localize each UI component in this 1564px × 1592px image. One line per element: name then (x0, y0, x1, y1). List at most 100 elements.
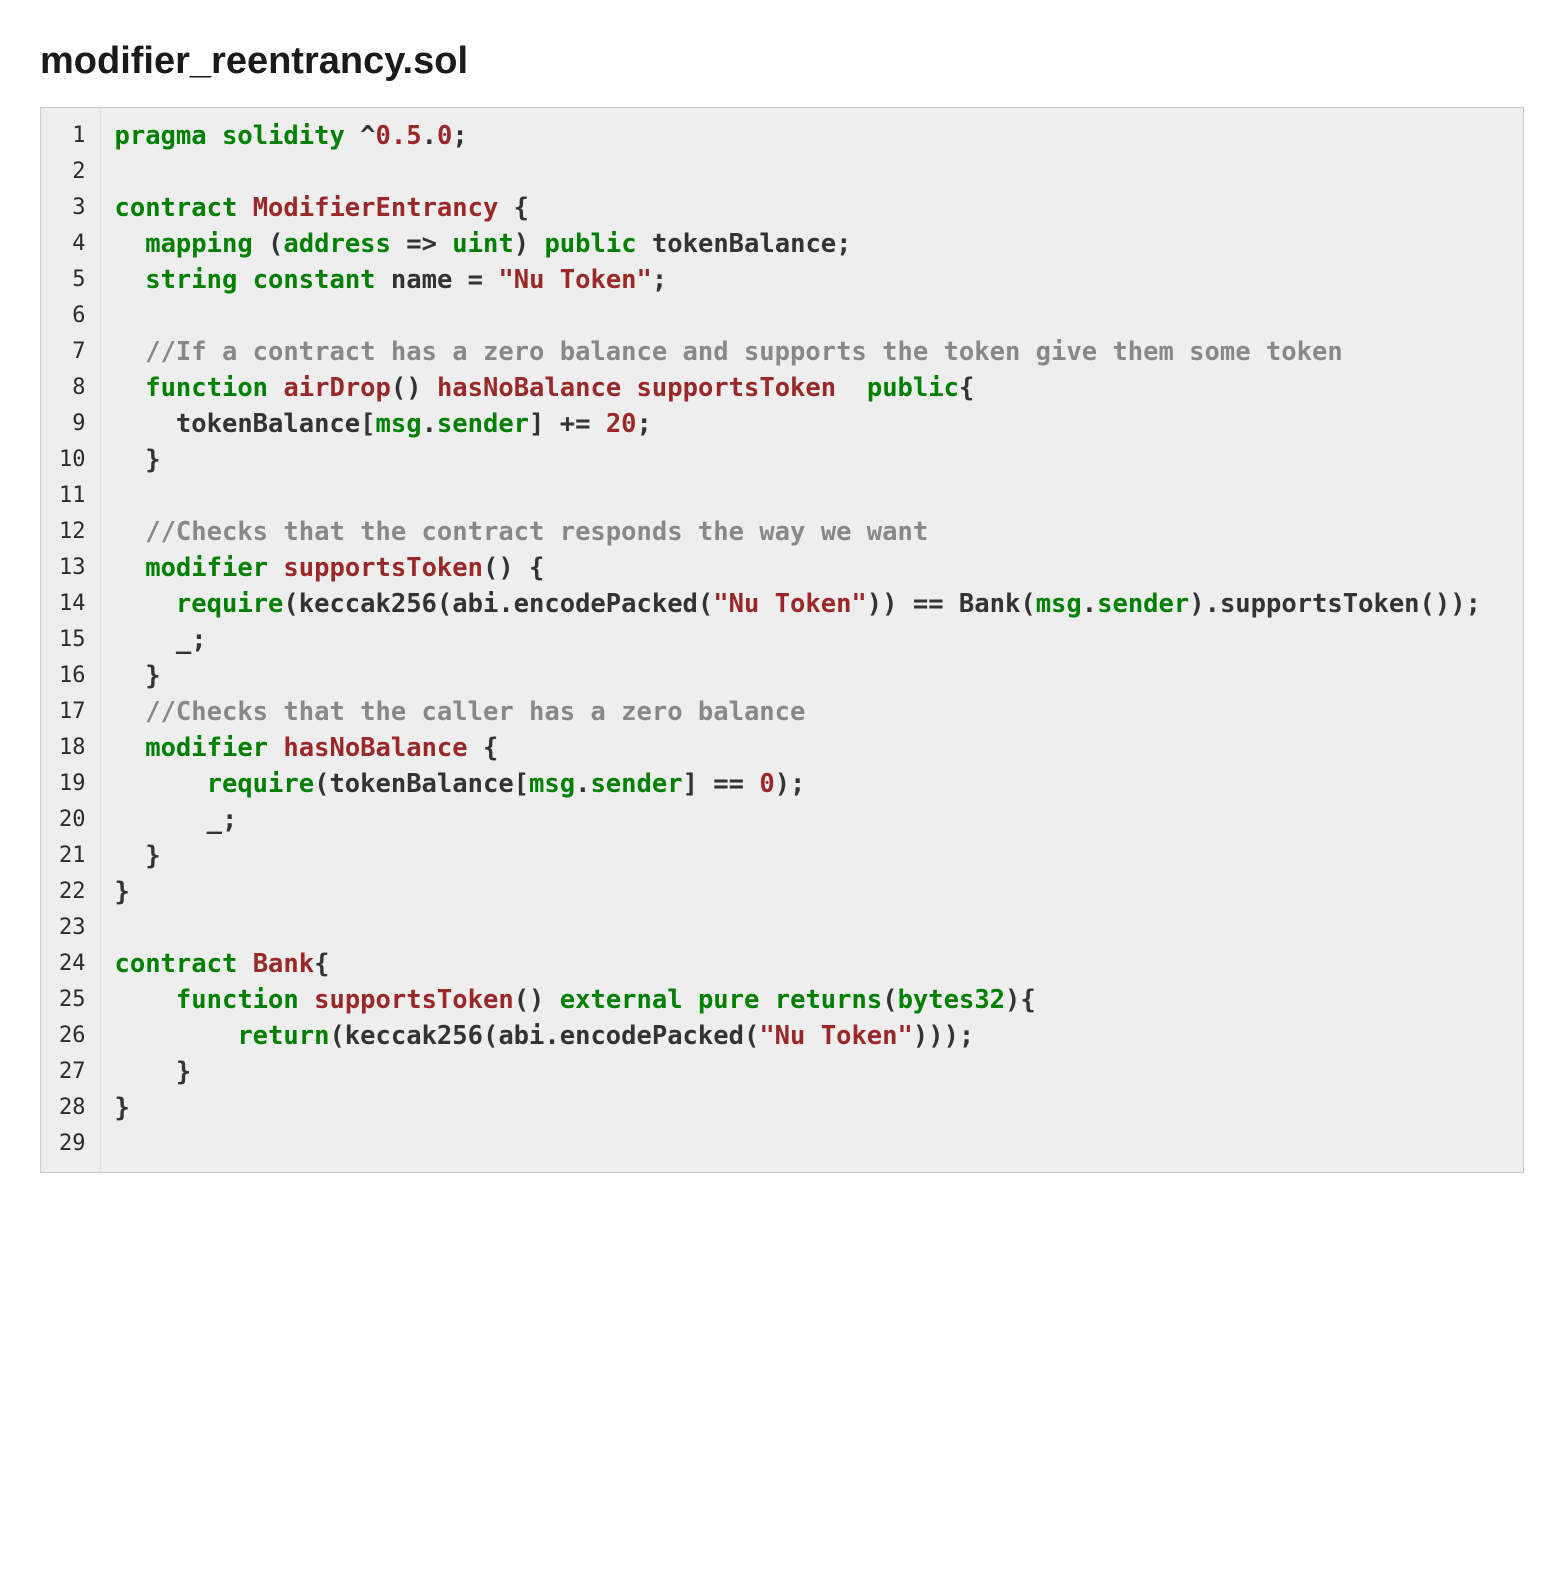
token-pl (115, 733, 146, 763)
line-number: 2 (41, 154, 100, 190)
token-kw: returns (775, 985, 882, 1015)
line-number: 6 (41, 298, 100, 334)
token-pl: ] += (529, 409, 606, 439)
token-kw: bytes32 (898, 985, 1005, 1015)
line-number: 20 (41, 802, 100, 838)
token-pl (115, 373, 146, 403)
code-line[interactable] (115, 298, 1524, 334)
line-number: 10 (41, 442, 100, 478)
token-str: "Nu Token" (713, 589, 867, 619)
code-line[interactable] (115, 1126, 1524, 1162)
code-line[interactable] (115, 154, 1524, 190)
file-title: modifier_reentrancy.sol (40, 40, 1524, 83)
code-line[interactable]: string constant name = "Nu Token"; (115, 262, 1524, 298)
token-kw: uint (452, 229, 513, 259)
line-number: 1 (41, 118, 100, 154)
token-kw: pragma (115, 121, 207, 151)
token-kw: sender (1097, 589, 1189, 619)
code-line[interactable] (115, 478, 1524, 514)
token-kw: solidity (222, 121, 345, 151)
code-line[interactable]: modifier supportsToken() { (115, 550, 1524, 586)
token-num: 20 (606, 409, 637, 439)
code-content[interactable]: pragma solidity ^0.5.0; contract Modifier… (101, 108, 1524, 1172)
line-number: 23 (41, 910, 100, 946)
code-block: 1234567891011121314151617181920212223242… (40, 107, 1524, 1173)
token-pl: } (115, 1093, 130, 1123)
line-number: 8 (41, 370, 100, 406)
token-pl: { (468, 733, 499, 763)
code-line[interactable]: return(keccak256(abi.encodePacked("Nu To… (115, 1018, 1524, 1054)
token-pl: ).supportsToken()); (1189, 589, 1481, 619)
code-line[interactable]: } (115, 874, 1524, 910)
token-pl: { (498, 193, 529, 223)
token-pl: ; (652, 265, 667, 295)
code-line[interactable]: require(keccak256(abi.encodePacked("Nu T… (115, 586, 1524, 622)
token-pl: () { (483, 553, 544, 583)
token-pl: . (422, 121, 437, 151)
token-pl (299, 985, 314, 1015)
line-number: 16 (41, 658, 100, 694)
code-line[interactable]: pragma solidity ^0.5.0; (115, 118, 1524, 154)
line-number: 15 (41, 622, 100, 658)
token-pl: ){ (1005, 985, 1036, 1015)
token-kw: function (176, 985, 299, 1015)
token-pl (115, 589, 176, 619)
token-kw: string (145, 265, 237, 295)
token-pl: () (391, 373, 437, 403)
code-line[interactable] (115, 910, 1524, 946)
code-line[interactable]: tokenBalance[msg.sender] += 20; (115, 406, 1524, 442)
code-line[interactable]: } (115, 838, 1524, 874)
line-number: 29 (41, 1126, 100, 1162)
token-num: 0.5 (376, 121, 422, 151)
code-line[interactable]: function supportsToken() external pure r… (115, 982, 1524, 1018)
code-line[interactable]: _; (115, 802, 1524, 838)
code-line[interactable]: } (115, 1054, 1524, 1090)
token-pl: { (959, 373, 974, 403)
code-line[interactable]: _; (115, 622, 1524, 658)
token-pl (115, 337, 146, 367)
token-fn: supportsToken (283, 553, 483, 583)
token-kw: msg (376, 409, 422, 439)
token-kw: require (176, 589, 283, 619)
line-number: 25 (41, 982, 100, 1018)
code-line[interactable]: contract Bank{ (115, 946, 1524, 982)
token-kw: mapping (145, 229, 252, 259)
code-line[interactable]: } (115, 442, 1524, 478)
code-line[interactable]: } (115, 658, 1524, 694)
token-pl (268, 553, 283, 583)
code-line[interactable]: //Checks that the contract responds the … (115, 514, 1524, 550)
token-pl: } (115, 445, 161, 475)
token-kw: public (544, 229, 636, 259)
token-cm: //Checks that the contract responds the … (145, 517, 928, 547)
token-fn: supportsToken (637, 373, 837, 403)
code-line[interactable]: //Checks that the caller has a zero bala… (115, 694, 1524, 730)
token-cm: //Checks that the caller has a zero bala… (145, 697, 805, 727)
token-kw: public (867, 373, 959, 403)
token-kw: contract (115, 193, 238, 223)
line-number: 24 (41, 946, 100, 982)
token-kw: sender (590, 769, 682, 799)
token-pl (115, 985, 176, 1015)
token-pl: ))); (913, 1021, 974, 1051)
code-line[interactable]: require(tokenBalance[msg.sender] == 0); (115, 766, 1524, 802)
token-pl: _; (115, 805, 238, 835)
code-line[interactable]: mapping (address => uint) public tokenBa… (115, 226, 1524, 262)
token-pl (207, 121, 222, 151)
token-fn: supportsToken (314, 985, 514, 1015)
token-pl: ; (452, 121, 467, 151)
token-pl (268, 373, 283, 403)
token-fn: hasNoBalance (283, 733, 467, 763)
code-line[interactable]: contract ModifierEntrancy { (115, 190, 1524, 226)
code-line[interactable]: //If a contract has a zero balance and s… (115, 334, 1524, 370)
token-kw: sender (437, 409, 529, 439)
token-cm: //If a contract has a zero balance and s… (145, 337, 1342, 367)
token-pl (759, 985, 774, 1015)
line-number: 3 (41, 190, 100, 226)
line-number: 26 (41, 1018, 100, 1054)
code-line[interactable]: modifier hasNoBalance { (115, 730, 1524, 766)
token-pl: () (514, 985, 560, 1015)
code-line[interactable]: function airDrop() hasNoBalance supports… (115, 370, 1524, 406)
line-number: 17 (41, 694, 100, 730)
code-line[interactable]: } (115, 1090, 1524, 1126)
line-number: 19 (41, 766, 100, 802)
